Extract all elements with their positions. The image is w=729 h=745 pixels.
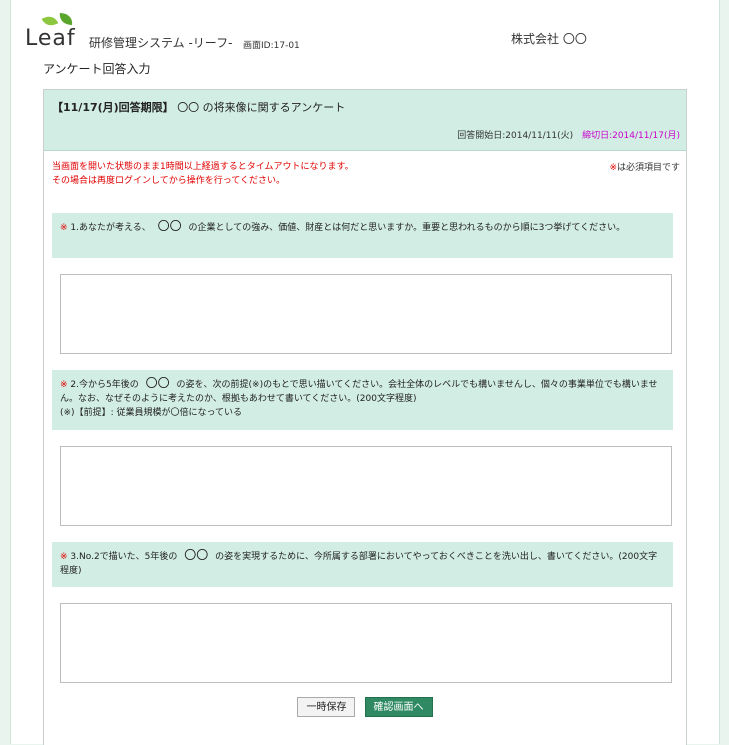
question-2: ※ 2.今から5年後の 〇〇 の姿を、次の前提(※)のもとで思い描いてください。… (52, 370, 673, 430)
deadline-date: 締切日:2014/11/17(月) (582, 131, 680, 141)
question-1: ※ 1.あなたが考える、 〇〇 の企業としての強み、価値、財産とは何だと思います… (52, 213, 673, 258)
leaf-icon (58, 12, 74, 26)
answer-2-textarea[interactable] (60, 446, 672, 526)
required-text: は必須項目です (616, 163, 680, 173)
survey-dates: 回答開始日:2014/11/11(火) 締切日:2014/11/17(月) (457, 128, 680, 141)
logo-text: Leaf (25, 26, 76, 51)
required-star: ※ (60, 380, 68, 390)
question-prefix: 2.今から5年後の (70, 380, 139, 390)
notice-line: その場合は再度ログインしてから操作を行ってください。 (52, 176, 286, 186)
answer-1-textarea[interactable] (60, 274, 672, 354)
page-container: Leaf 研修管理システム -リーフ- 画面ID:17-01 株式会社 〇〇 ア… (10, 0, 720, 745)
question-body: の企業としての強み、価値、財産とは何だと思いますか。重要と思われるものから順に3… (188, 223, 626, 233)
survey-title-text: 〇〇 の将来像に関するアンケート (177, 101, 346, 114)
answer-3-textarea[interactable] (60, 603, 672, 683)
header: Leaf 研修管理システム -リーフ- 画面ID:17-01 株式会社 〇〇 ア… (11, 0, 719, 90)
save-draft-button[interactable]: 一時保存 (297, 696, 356, 717)
question-prefix: 3.No.2で描いた、5年後の (70, 552, 178, 562)
required-star: ※ (609, 163, 617, 173)
required-star: ※ (60, 552, 68, 562)
required-note: ※は必須項目です (609, 160, 680, 173)
survey-header: 【11/17(月)回答期限】 〇〇 の将来像に関するアンケート 回答開始日:20… (44, 90, 686, 151)
leaf-logo: Leaf (25, 12, 83, 51)
question-text: ※ 2.今から5年後の 〇〇 の姿を、次の前提(※)のもとで思い描いてください。… (60, 376, 665, 406)
question-company: 〇〇 (157, 219, 182, 233)
page-title: アンケート回答入力 (43, 62, 151, 76)
question-premise: (※)【前提】: 従業員規模が〇倍になっている (60, 408, 243, 418)
start-date: 回答開始日:2014/11/11(火) (457, 131, 574, 141)
survey-title: 【11/17(月)回答期限】 〇〇 の将来像に関するアンケート (52, 99, 345, 115)
question-prefix: 1.あなたが考える、 (70, 223, 151, 233)
confirm-button[interactable]: 確認画面へ (364, 696, 433, 717)
deadline-tag: 【11/17(月)回答期限】 (52, 101, 174, 114)
question-text: ※ 3.No.2で描いた、5年後の 〇〇 の姿を実現するために、今所属する部署に… (60, 548, 665, 578)
system-title: 研修管理システム -リーフ- (89, 36, 233, 50)
notice-line: 当画面を開いた状態のまま1時間以上経過するとタイムアウトになります。 (52, 162, 354, 172)
screen-id: 画面ID:17-01 (243, 41, 300, 51)
question-3: ※ 3.No.2で描いた、5年後の 〇〇 の姿を実現するために、今所属する部署に… (52, 542, 673, 587)
question-company: 〇〇 (145, 376, 170, 390)
question-text: ※ 1.あなたが考える、 〇〇 の企業としての強み、価値、財産とは何だと思います… (60, 219, 665, 235)
action-buttons: 一時保存 確認画面へ (44, 696, 686, 717)
survey-panel: 【11/17(月)回答期限】 〇〇 の将来像に関するアンケート 回答開始日:20… (43, 89, 687, 745)
timeout-notice: 当画面を開いた状態のまま1時間以上経過するとタイムアウトになります。 その場合は… (52, 160, 354, 188)
question-company: 〇〇 (184, 548, 209, 562)
required-star: ※ (60, 223, 68, 233)
company-name: 株式会社 〇〇 (511, 32, 587, 46)
